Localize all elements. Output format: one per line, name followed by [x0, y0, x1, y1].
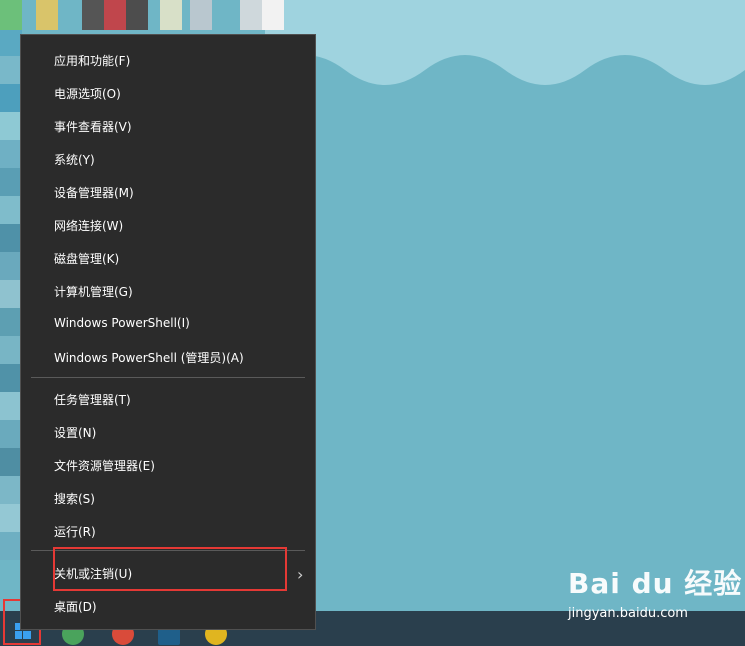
menu-item-desktop[interactable]: 桌面(D)	[54, 598, 97, 615]
menu-item-powershell[interactable]: Windows PowerShell(I)	[54, 316, 190, 330]
menu-item-event-viewer[interactable]: 事件查看器(V)	[54, 118, 132, 135]
menu-separator	[31, 377, 305, 378]
menu-item-device-manager[interactable]: 设备管理器(M)	[54, 184, 134, 201]
chevron-right-icon[interactable]: ›	[297, 565, 303, 584]
menu-item-power-options[interactable]: 电源选项(O)	[54, 85, 121, 102]
desktop-top-icons	[0, 0, 300, 34]
menu-item-disk-management[interactable]: 磁盘管理(K)	[54, 250, 119, 267]
menu-item-apps-features[interactable]: 应用和功能(F)	[54, 52, 130, 69]
menu-item-run[interactable]: 运行(R)	[54, 523, 96, 540]
winx-context-menu: 应用和功能(F) 电源选项(O) 事件查看器(V) 系统(Y) 设备管理器(M)…	[20, 34, 316, 630]
menu-item-powershell-admin[interactable]: Windows PowerShell (管理员)(A)	[54, 349, 244, 366]
menu-item-settings[interactable]: 设置(N)	[54, 424, 96, 441]
menu-item-search[interactable]: 搜索(S)	[54, 490, 95, 507]
desktop-icon-strip	[0, 0, 22, 560]
menu-item-file-explorer[interactable]: 文件资源管理器(E)	[54, 457, 155, 474]
watermark-url: jingyan.baidu.com	[568, 606, 688, 621]
menu-item-system[interactable]: 系统(Y)	[54, 151, 95, 168]
menu-item-task-manager[interactable]: 任务管理器(T)	[54, 391, 131, 408]
shutdown-highlight-box	[53, 547, 287, 591]
menu-item-computer-management[interactable]: 计算机管理(G)	[54, 283, 133, 300]
watermark-logo: Bai du 经验	[568, 567, 743, 600]
menu-item-network-connections[interactable]: 网络连接(W)	[54, 217, 123, 234]
baidu-jingyan-watermark: Bai du 经验 jingyan.baidu.com	[568, 562, 743, 621]
